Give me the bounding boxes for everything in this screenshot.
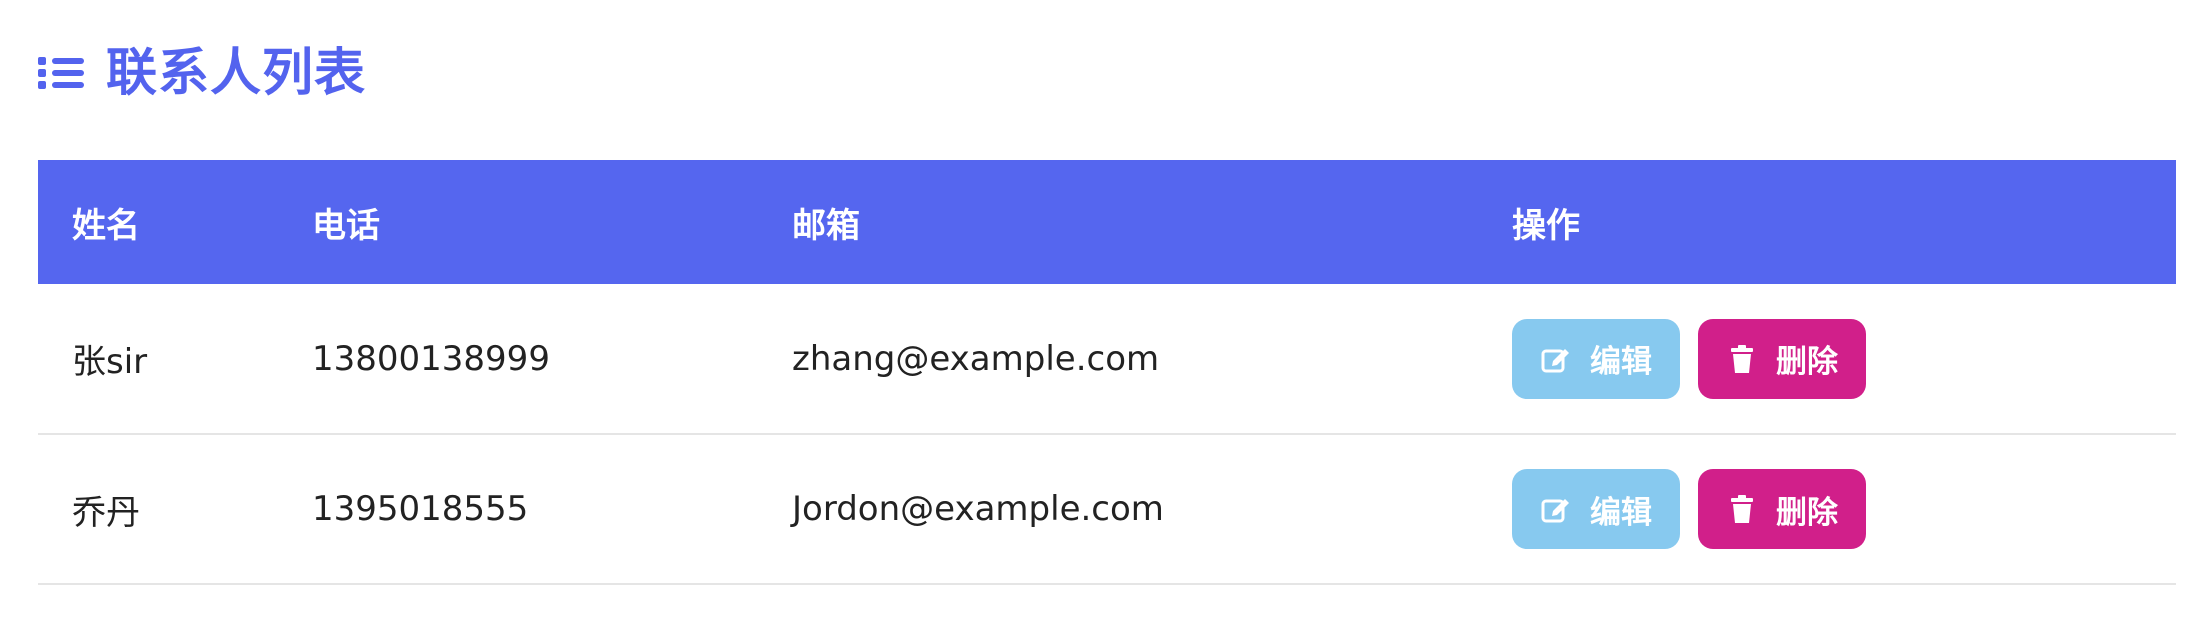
- table-header-row: 姓名 电话 邮箱 操作: [38, 160, 2176, 284]
- contact-name: 乔丹: [72, 492, 140, 533]
- delete-button[interactable]: 删除: [1698, 469, 1866, 549]
- column-header-email: 邮箱: [792, 205, 860, 246]
- column-header-actions: 操作: [1512, 205, 1580, 246]
- contacts-page: 联系人列表 姓名 电话 邮箱 操作 张sir 13800138999 zhang…: [0, 0, 2188, 640]
- table-body: 张sir 13800138999 zhang@example.com 编辑 删除…: [38, 284, 2176, 584]
- row-actions: 编辑 删除: [1478, 434, 2176, 584]
- edit-button-label: 编辑: [1590, 494, 1652, 531]
- edit-button-label: 编辑: [1590, 344, 1652, 380]
- row-actions: 编辑 删除: [1478, 284, 2176, 434]
- contacts-table: 姓名 电话 邮箱 操作 张sir 13800138999 zhang@examp…: [38, 160, 2176, 585]
- delete-button-label: 删除: [1776, 494, 1838, 531]
- edit-icon: [1541, 348, 1569, 372]
- edit-button[interactable]: 编辑: [1512, 318, 1680, 399]
- page-title: 联系人列表: [106, 43, 367, 103]
- list-icon: [38, 57, 84, 89]
- column-header-phone: 电话: [312, 205, 380, 246]
- contact-phone: 1395018555: [312, 489, 529, 529]
- contacts-table-wrapper: 姓名 电话 邮箱 操作 张sir 13800138999 zhang@examp…: [38, 160, 2176, 585]
- delete-button[interactable]: 删除: [1698, 318, 1866, 399]
- page-header: 联系人列表: [38, 38, 366, 108]
- table-header: 姓名 电话 邮箱 操作: [38, 160, 2176, 284]
- contact-phone: 13800138999: [312, 338, 550, 379]
- column-header-name: 姓名: [72, 205, 140, 246]
- table-row: 乔丹 1395018555 Jordon@example.com 编辑 删除: [38, 434, 2176, 584]
- contact-email: zhang@example.com: [792, 338, 1160, 379]
- row-action-group: 编辑 删除: [1512, 469, 2176, 549]
- edit-button[interactable]: 编辑: [1512, 469, 1680, 549]
- delete-button-label: 删除: [1776, 344, 1838, 380]
- row-action-group: 编辑 删除: [1512, 318, 2176, 399]
- table-row: 张sir 13800138999 zhang@example.com 编辑 删除: [38, 284, 2176, 434]
- contact-name: 张sir: [72, 342, 148, 382]
- contact-email: Jordon@example.com: [792, 489, 1164, 529]
- edit-icon: [1541, 499, 1569, 523]
- trash-icon: [1731, 495, 1753, 523]
- trash-icon: [1731, 344, 1753, 373]
